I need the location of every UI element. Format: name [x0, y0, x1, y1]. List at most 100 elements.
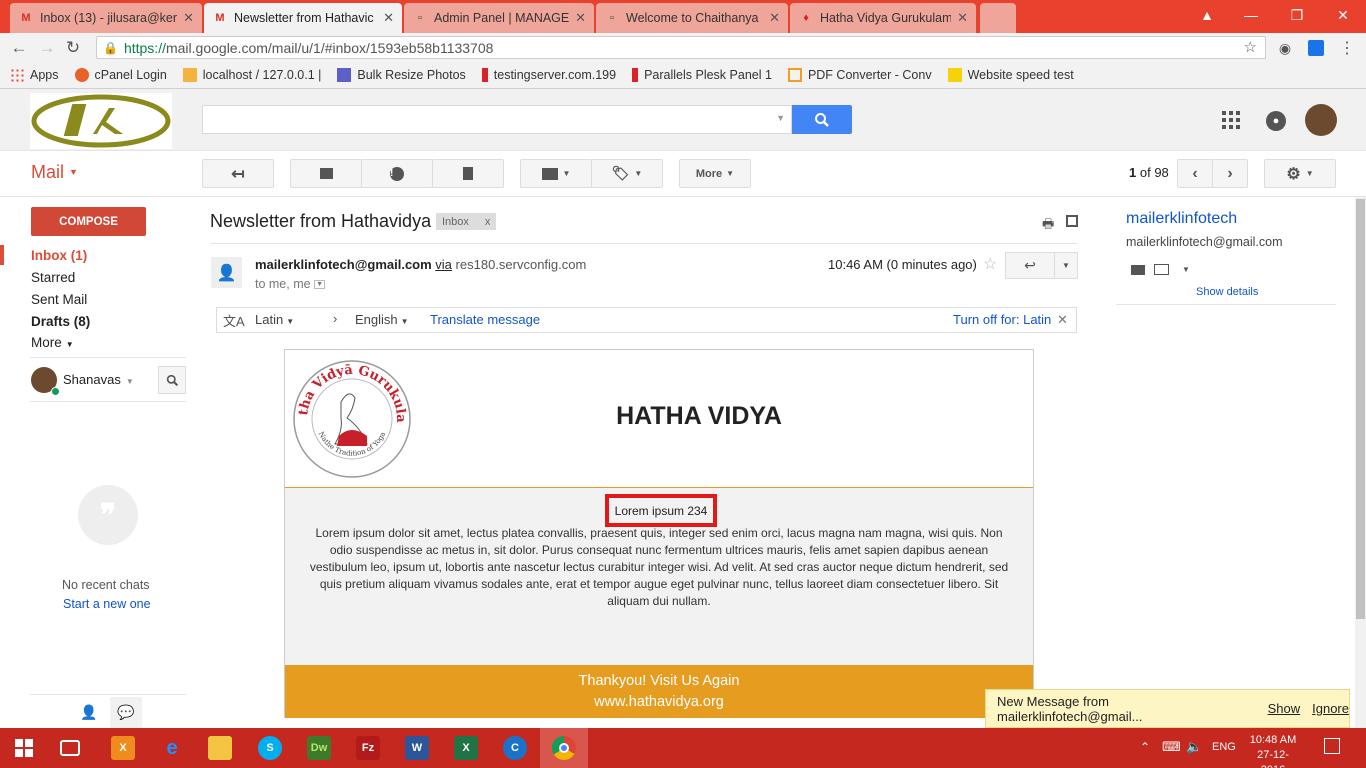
search-options-icon[interactable]: ▼ [776, 113, 785, 123]
company-logo[interactable] [30, 93, 172, 149]
tab-close-icon[interactable]: ✕ [183, 10, 194, 26]
forward-icon[interactable]: → [36, 37, 58, 59]
network-icon[interactable]: ⌨ [1162, 739, 1181, 755]
source-language-select[interactable]: Latin ▼ [255, 312, 294, 327]
excel-icon[interactable]: X [454, 736, 478, 760]
remove-label-icon[interactable]: x [485, 216, 491, 228]
close-translate-icon[interactable]: ✕ [1057, 312, 1068, 328]
print-icon[interactable]: 🖶 [1042, 215, 1054, 237]
notification-ignore-link[interactable]: Ignore [1312, 701, 1349, 716]
star-icon[interactable]: ☆ [1244, 38, 1257, 56]
nav-sent-mail[interactable]: Sent Mail [31, 292, 87, 307]
hangouts-search-button[interactable] [158, 366, 186, 394]
mail-menu[interactable]: Mail ▼ [31, 162, 78, 183]
filezilla-icon[interactable]: Fz [356, 736, 380, 760]
skype-icon[interactable]: S [258, 736, 282, 760]
move-to-button[interactable]: ▼ [520, 159, 592, 188]
tab-inbox[interactable]: M Inbox (13) - jilusara@ker ✕ [10, 3, 202, 33]
camera-icon[interactable]: ◉ [1274, 37, 1296, 59]
tab-close-icon[interactable]: ✕ [769, 10, 780, 26]
volume-icon[interactable]: 🔈 [1186, 739, 1202, 755]
contact-name-link[interactable]: mailerklinfotech [1126, 210, 1237, 228]
bookmark-cpanel[interactable]: cPanel Login [74, 68, 167, 82]
bookmark-plesk[interactable]: Parallels Plesk Panel 1 [632, 68, 772, 82]
file-explorer-icon[interactable] [208, 736, 232, 760]
star-icon[interactable]: ☆ [983, 254, 997, 274]
page-scrollbar[interactable] [1355, 197, 1366, 728]
turn-off-translate-link[interactable]: Turn off for: Latin [953, 312, 1051, 327]
report-spam-button[interactable]: ! [361, 159, 433, 188]
nav-inbox[interactable]: Inbox (1) [31, 248, 87, 263]
open-new-window-icon[interactable] [1066, 215, 1078, 227]
notifications-bell-icon[interactable]: ● [1266, 111, 1286, 131]
delete-button[interactable] [432, 159, 504, 188]
sender-email[interactable]: mailerklinfotech@gmail.com [255, 257, 432, 272]
target-language-select[interactable]: English ▼ [355, 312, 409, 327]
contact-card-icon[interactable] [1131, 265, 1145, 275]
bookmark-pdf-converter[interactable]: PDF Converter - Conv [787, 68, 932, 82]
tab-close-icon[interactable]: ✕ [383, 10, 394, 26]
minimize-icon[interactable]: — [1228, 0, 1274, 30]
input-language[interactable]: ENG [1212, 741, 1236, 753]
bookmark-testingserver[interactable]: testingserver.com.199 [481, 68, 616, 82]
compose-button[interactable]: COMPOSE [31, 207, 146, 236]
scrollbar-thumb[interactable] [1356, 199, 1365, 619]
nav-more[interactable]: More ▼ [31, 335, 74, 350]
older-button[interactable]: ‹ [1177, 159, 1213, 188]
maximize-icon[interactable]: ❐ [1274, 0, 1320, 30]
recipients-line[interactable]: to me, me ▼ [255, 277, 325, 291]
translate-message-link[interactable]: Translate message [430, 312, 540, 327]
close-window-icon[interactable]: ✕ [1320, 0, 1366, 30]
archive-button[interactable] [290, 159, 362, 188]
apps-grid-icon[interactable] [1222, 111, 1240, 129]
cleaner-app-icon[interactable]: C [503, 736, 527, 760]
reply-back-button[interactable]: ↤ [202, 159, 274, 188]
action-center-icon[interactable] [1324, 738, 1340, 754]
hangouts-user[interactable]: Shanavas ▼ [63, 372, 134, 387]
reload-icon[interactable]: ↻ [62, 37, 84, 59]
tray-chevron-up-icon[interactable]: ⌃ [1140, 740, 1150, 754]
via-link[interactable]: via [435, 257, 452, 272]
extension-icon[interactable] [1305, 37, 1327, 59]
account-avatar[interactable] [1305, 104, 1337, 136]
tab-close-icon[interactable]: ✕ [575, 10, 586, 26]
nav-drafts[interactable]: Drafts (8) [31, 314, 90, 329]
more-actions-button[interactable]: More ▼ [679, 159, 751, 188]
tab-close-icon[interactable]: ✕ [957, 10, 968, 26]
bookmark-bulk-resize[interactable]: Bulk Resize Photos [337, 68, 466, 82]
tab-hatha-vidya[interactable]: ♦ Hatha Vidya Gurukulam ✕ [790, 3, 976, 33]
chrome-taskbar-button[interactable] [540, 728, 588, 768]
edge-icon[interactable]: e [160, 736, 184, 760]
bookmark-speed-test[interactable]: Website speed test [947, 68, 1074, 82]
email-envelope-icon[interactable] [1154, 264, 1169, 275]
nav-starred[interactable]: Starred [31, 270, 75, 285]
start-new-chat-link[interactable]: Start a new one [63, 597, 151, 611]
search-button[interactable] [792, 105, 852, 134]
tab-chaithanya[interactable]: ▫ Welcome to Chaithanya ✕ [596, 3, 788, 33]
menu-icon[interactable]: ⋮ [1336, 37, 1358, 59]
contacts-person-icon[interactable]: 👤 [80, 704, 97, 721]
show-details-chevron-icon[interactable]: ▼ [314, 280, 325, 289]
reply-options-button[interactable]: ▼ [1054, 252, 1078, 279]
tab-newsletter[interactable]: M Newsletter from Hathavic ✕ [204, 3, 402, 33]
search-input[interactable]: ▼ [202, 105, 792, 134]
bookmark-apps[interactable]: Apps [10, 68, 59, 82]
url-field[interactable]: 🔒 https://mail.google.com/mail/u/1/#inbo… [96, 36, 1266, 59]
inbox-label-chip[interactable]: Inbox x [436, 213, 497, 230]
task-view-icon[interactable] [60, 740, 80, 756]
reply-button[interactable]: ↩ [1005, 252, 1055, 279]
xampp-icon[interactable]: X [111, 736, 135, 760]
back-icon[interactable]: ← [8, 37, 30, 59]
hangouts-chat-icon[interactable]: 💬 [110, 697, 142, 728]
footer-website-link[interactable]: www.hathavidya.org [285, 692, 1033, 713]
chevron-down-icon[interactable]: ▼ [1182, 265, 1190, 274]
tab-admin-panel[interactable]: ▫ Admin Panel | MANAGE ✕ [404, 3, 594, 33]
settings-button[interactable]: ⚙ ▼ [1264, 159, 1336, 188]
profile-icon[interactable]: ▲ [1188, 0, 1226, 30]
dreamweaver-icon[interactable]: Dw [307, 736, 331, 760]
windows-start-icon[interactable] [12, 736, 36, 760]
notification-show-link[interactable]: Show [1268, 701, 1301, 716]
bookmark-localhost[interactable]: localhost / 127.0.0.1 | [182, 68, 321, 82]
newer-button[interactable]: › [1212, 159, 1248, 188]
new-tab-button[interactable] [980, 3, 1016, 33]
